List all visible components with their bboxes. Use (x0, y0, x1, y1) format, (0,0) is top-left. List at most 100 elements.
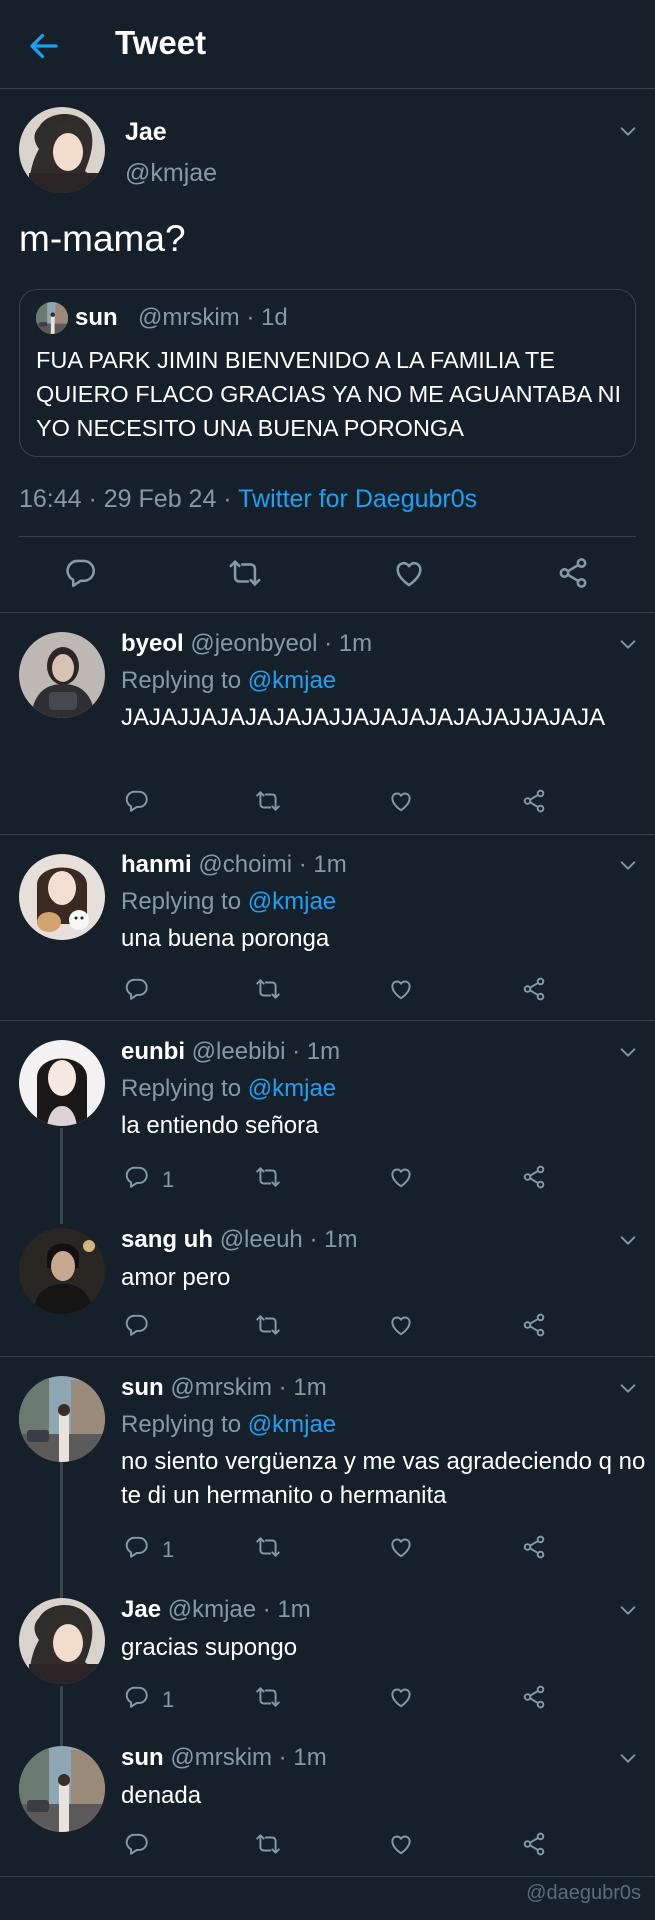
like-icon[interactable] (388, 1312, 414, 1338)
replying-handle[interactable]: @kmjae (248, 667, 336, 694)
avatar[interactable] (19, 632, 105, 718)
author-name[interactable]: sang uh (121, 1226, 213, 1253)
reply-tweet[interactable]: sun @mrskim · 1m Replying to @kmjae no s… (0, 1356, 655, 1586)
reply-count: 1 (162, 1537, 175, 1562)
reply-tweet[interactable]: byeol @jeonbyeol · 1m Replying to @kmjae… (0, 612, 655, 834)
avatar[interactable] (19, 107, 105, 193)
tweet-time: 16:44 · 29 Feb 24 · (19, 485, 239, 513)
reply-text: una buena poronga (121, 925, 330, 952)
avatar[interactable] (19, 1228, 105, 1314)
reply-tweet[interactable]: eunbi @leebibi · 1m Replying to @kmjae l… (0, 1020, 655, 1220)
reply-header: eunbi @leebibi · 1m (121, 1038, 340, 1066)
replying-to: Replying to @kmjae (121, 1411, 336, 1439)
avatar[interactable] (19, 1040, 105, 1126)
avatar[interactable] (19, 1746, 105, 1832)
retweet-icon[interactable] (255, 1831, 281, 1857)
replying-handle[interactable]: @kmjae (248, 1411, 336, 1438)
reply-icon[interactable] (64, 556, 98, 590)
avatar[interactable] (19, 1376, 105, 1462)
retweet-icon[interactable] (255, 1312, 281, 1338)
author-handle[interactable]: @kmjae (125, 159, 217, 188)
like-icon[interactable] (388, 1831, 414, 1857)
back-arrow-icon[interactable] (26, 28, 62, 64)
reply-tweet[interactable]: sang uh @leeuh · 1m amor pero (0, 1210, 655, 1356)
divider (19, 536, 636, 537)
tweet-client-link[interactable]: Twitter for Daegubr0s (238, 485, 477, 513)
like-icon[interactable] (388, 1164, 414, 1190)
retweet-icon[interactable] (255, 788, 281, 814)
reply-icon[interactable] (124, 788, 150, 814)
author-name[interactable]: Jae (125, 118, 167, 147)
chevron-down-icon[interactable] (617, 120, 639, 142)
reply-text: la entiendo señora (121, 1112, 319, 1139)
reply-count: 1 (162, 1167, 175, 1192)
avatar[interactable] (19, 854, 105, 940)
replying-handle[interactable]: @kmjae (248, 888, 336, 915)
reply-text: denada (121, 1782, 202, 1809)
share-icon[interactable] (521, 1534, 547, 1560)
reply-header: Jae @kmjae · 1m (121, 1596, 311, 1624)
replying-handle[interactable]: @kmjae (248, 1075, 336, 1102)
chevron-down-icon[interactable] (617, 1377, 639, 1399)
author-meta: @choimi · 1m (198, 851, 347, 878)
replying-label: Replying to (121, 667, 248, 694)
replying-label: Replying to (121, 1411, 248, 1438)
reply-icon[interactable] (124, 1534, 150, 1560)
like-icon[interactable] (388, 788, 414, 814)
tweet-timestamp: 16:44 · 29 Feb 24 · Twitter for Daegubr0… (19, 485, 477, 514)
reply-header: sun @mrskim · 1m (121, 1374, 327, 1402)
share-icon[interactable] (521, 1684, 547, 1710)
retweet-icon[interactable] (255, 1164, 281, 1190)
reply-tweet[interactable]: Jae @kmjae · 1m gracias supongo 1 (0, 1580, 655, 1730)
reply-icon[interactable] (124, 976, 150, 1002)
share-icon[interactable] (521, 1164, 547, 1190)
author-name[interactable]: sun (121, 1374, 164, 1401)
reply-icon[interactable] (124, 1164, 150, 1190)
chevron-down-icon[interactable] (617, 1041, 639, 1063)
page-title: Tweet (115, 24, 207, 61)
reply-text: amor pero (121, 1264, 231, 1291)
quoted-tweet[interactable]: sun @mrskim · 1d FUA PARK JIMIN BIENVENI… (19, 289, 636, 457)
author-meta: @leebibi · 1m (191, 1038, 341, 1065)
author-name[interactable]: Jae (121, 1596, 161, 1623)
chevron-down-icon[interactable] (617, 1599, 639, 1621)
like-icon[interactable] (388, 1684, 414, 1710)
reply-header: hanmi @choimi · 1m (121, 851, 347, 879)
divider (0, 1876, 655, 1877)
author-name[interactable]: byeol (121, 630, 184, 657)
share-icon[interactable] (521, 788, 547, 814)
retweet-icon[interactable] (228, 556, 262, 590)
author-meta: @leeuh · 1m (219, 1226, 358, 1253)
author-name[interactable]: eunbi (121, 1038, 185, 1065)
avatar[interactable] (19, 1598, 105, 1684)
share-icon[interactable] (521, 1831, 547, 1857)
like-icon[interactable] (392, 556, 426, 590)
author-name[interactable]: sun (121, 1744, 164, 1771)
reply-icon[interactable] (124, 1831, 150, 1857)
chevron-down-icon[interactable] (617, 854, 639, 876)
reply-count: 1 (162, 1687, 175, 1712)
retweet-icon[interactable] (255, 976, 281, 1002)
share-icon[interactable] (556, 556, 590, 590)
replying-label: Replying to (121, 1075, 248, 1102)
chevron-down-icon[interactable] (617, 1747, 639, 1769)
author-name[interactable]: hanmi (121, 851, 192, 878)
replying-to: Replying to @kmjae (121, 888, 336, 916)
replying-to: Replying to @kmjae (121, 667, 336, 695)
reply-tweet[interactable]: hanmi @choimi · 1m Replying to @kmjae un… (0, 834, 655, 1020)
replying-label: Replying to (121, 888, 248, 915)
reply-text: no siento vergüenza y me vas agradeciend… (121, 1448, 646, 1509)
like-icon[interactable] (388, 976, 414, 1002)
retweet-icon[interactable] (255, 1684, 281, 1710)
reply-icon[interactable] (124, 1312, 150, 1338)
chevron-down-icon[interactable] (617, 1229, 639, 1251)
like-icon[interactable] (388, 1534, 414, 1560)
reply-header: sun @mrskim · 1m (121, 1744, 327, 1772)
share-icon[interactable] (521, 976, 547, 1002)
chevron-down-icon[interactable] (617, 633, 639, 655)
quoted-author-meta: @mrskim · 1d (138, 304, 288, 331)
retweet-icon[interactable] (255, 1534, 281, 1560)
share-icon[interactable] (521, 1312, 547, 1338)
reply-tweet[interactable]: sun @mrskim · 1m denada (0, 1728, 655, 1876)
reply-icon[interactable] (124, 1684, 150, 1710)
